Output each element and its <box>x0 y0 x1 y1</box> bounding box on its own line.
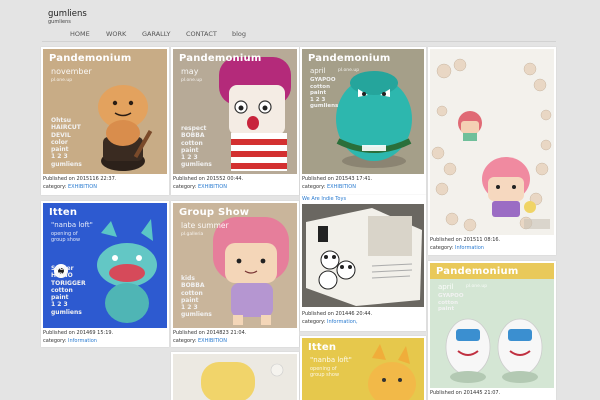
post-lines: Ohtsu HAIRCUT DEVIL color paint 1 2 3 gu… <box>51 117 82 168</box>
category-label: category: <box>430 244 454 251</box>
category-label: category: <box>302 318 326 325</box>
post-subtitle: "nanba loft" <box>51 221 93 229</box>
category-link[interactable]: EXHIBITION <box>327 184 356 190</box>
post-venue: pl.one.up <box>466 284 488 289</box>
nav-blog[interactable]: blog <box>232 30 262 38</box>
toy-illustration <box>430 263 554 388</box>
post-subtitle: april <box>310 67 326 75</box>
post-subtitle: november <box>51 67 92 76</box>
post-card[interactable]: Published on 201511 08:16. category: Inf… <box>428 47 556 255</box>
post-card[interactable]: Itten "nanba loft" opening of group show… <box>41 201 169 347</box>
post-image[interactable]: Pandemonium april pl.one.up GYAPOO cotto… <box>430 263 554 388</box>
post-card[interactable]: Itten "nanba loft" opening of group show <box>300 336 426 400</box>
post-venue: pl.one.up <box>51 78 73 83</box>
post-meta: Published on 2015116 22:37. category: EX… <box>43 176 116 191</box>
post-meta: Published on 201552 00:44. category: EXH… <box>173 176 243 191</box>
category-label: category: <box>173 337 197 344</box>
category-label: category: <box>43 337 67 344</box>
post-meta: Published on 201469 15:19. category: Inf… <box>43 330 113 345</box>
post-date: Published on 201446 20:44. <box>302 311 373 317</box>
post-title: Pandemonium <box>436 266 519 277</box>
nav-divider <box>42 41 556 42</box>
post-title: Group Show <box>179 207 250 218</box>
post-image[interactable]: Pandemonium november pl.one.up Ohtsu HAI… <box>43 49 167 174</box>
post-image[interactable]: Group Show late summer pl.galleria kids … <box>173 203 297 328</box>
post-subtitle: "nanba loft" <box>310 356 352 364</box>
post-note: opening of group show <box>51 231 81 243</box>
post-lines: respect BOBBA cotton paint 1 2 3 gumlien… <box>181 125 212 169</box>
post-title: Itten <box>308 342 337 353</box>
category-label: category: <box>43 183 67 190</box>
category-link[interactable]: Information <box>455 245 484 251</box>
post-venue: pl.galleria <box>181 232 204 237</box>
post-date: Published on 201445 21:07. <box>430 390 501 396</box>
site-subtitle: gumliens <box>48 19 71 25</box>
post-image[interactable] <box>302 204 424 307</box>
nav-work[interactable]: WORK <box>106 30 142 38</box>
category-link[interactable]: Information, <box>327 319 358 325</box>
post-title: Pandemonium <box>179 53 262 64</box>
post-title: Itten <box>49 207 78 218</box>
post-heading[interactable]: We Are Indie Toys <box>302 196 346 202</box>
post-image[interactable]: Itten "nanba loft" opening of group show <box>302 338 424 400</box>
post-venue: pl.one.up <box>181 78 203 83</box>
post-card[interactable]: Pandemonium november pl.one.up Ohtsu HAI… <box>41 47 169 195</box>
site-title[interactable]: gumliens <box>48 9 87 19</box>
post-card[interactable]: Pandemonium may pl.one.up respect BOBBA … <box>171 47 299 195</box>
post-subtitle: late summer <box>181 221 229 230</box>
post-title: Pandemonium <box>308 53 391 64</box>
category-link[interactable]: Information <box>68 338 97 344</box>
book-illustration <box>302 204 424 307</box>
toy-collage <box>430 49 554 235</box>
post-meta: Published on 201511 08:16. category: Inf… <box>430 237 500 252</box>
post-date: Published on 201511 08:16. <box>430 237 501 243</box>
post-lines: GYAPOO cotton paint <box>438 293 464 312</box>
post-card[interactable]: Pandemonium april pl.one.up GYAPOO cotto… <box>300 47 426 195</box>
post-meta: Published on 201543 17:41. category: EXH… <box>302 176 372 191</box>
nav-home[interactable]: HOME <box>70 30 106 38</box>
post-image[interactable] <box>173 354 297 400</box>
post-date: Published on 201552 00:44. <box>173 176 244 182</box>
nav-contact[interactable]: CONTACT <box>186 30 232 38</box>
category-label: category: <box>302 183 326 190</box>
post-date: Published on 2015116 22:37. <box>43 176 117 182</box>
post-meta: Published on 201445 21:07. <box>430 390 500 398</box>
post-venue: pl.one.up <box>338 68 360 73</box>
post-lines: Soccer HIPNO TORIGGER cotton paint 1 2 3… <box>51 265 86 316</box>
post-card[interactable] <box>171 352 299 400</box>
post-date: Published on 201543 17:41. <box>302 176 373 182</box>
post-meta: Published on 2014823 21:04. category: EX… <box>173 330 246 345</box>
post-image[interactable]: Itten "nanba loft" opening of group show… <box>43 203 167 328</box>
post-note: opening of group show <box>310 366 340 378</box>
post-lines: kids BOBBA cotton paint 1 2 3 gumliens <box>181 275 212 319</box>
post-date: Published on 2014823 21:04. <box>173 330 247 336</box>
post-subtitle: april <box>438 283 454 291</box>
post-title: Pandemonium <box>49 53 132 64</box>
post-image[interactable] <box>430 49 554 235</box>
post-date: Published on 201469 15:19. <box>43 330 114 336</box>
category-link[interactable]: EXHIBITION <box>198 184 227 190</box>
nav-garally[interactable]: GARALLY <box>142 30 186 38</box>
post-card[interactable]: Group Show late summer pl.galleria kids … <box>171 201 299 347</box>
post-meta: Published on 201446 20:44. category: Inf… <box>302 311 372 326</box>
post-image[interactable]: Pandemonium april pl.one.up GYAPOO cotto… <box>302 49 424 174</box>
post-image[interactable]: Pandemonium may pl.one.up respect BOBBA … <box>173 49 297 174</box>
post-card[interactable]: Pandemonium april pl.one.up GYAPOO cotto… <box>428 261 556 400</box>
toy-illustration <box>173 354 297 400</box>
category-link[interactable]: EXHIBITION <box>68 184 97 190</box>
category-link[interactable]: EXHIBITION <box>198 338 227 344</box>
post-card[interactable]: We Are Indie Toys Published on 201446 20… <box>300 195 426 331</box>
category-label: category: <box>173 183 197 190</box>
main-nav: HOME WORK GARALLY CONTACT blog <box>70 30 262 38</box>
post-lines: GYAPOO cotton paint 1 2 3 gumliens <box>310 77 339 109</box>
post-subtitle: may <box>181 67 199 76</box>
